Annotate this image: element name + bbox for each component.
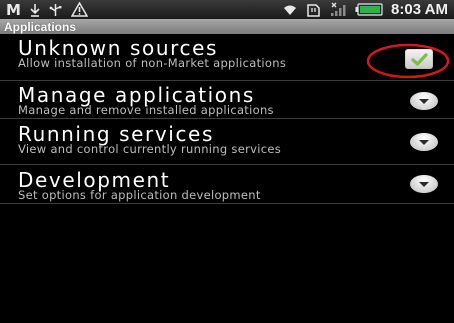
running-services-expand-button[interactable] xyxy=(410,133,438,151)
setting-subtitle: Manage and remove installed applications xyxy=(18,103,274,117)
battery-icon xyxy=(355,2,383,18)
system-status-icons: 8:03 AM xyxy=(282,1,448,18)
setting-development[interactable]: Development Set options for application … xyxy=(0,165,454,204)
gmail-icon: M xyxy=(6,0,21,19)
signal-icon xyxy=(329,2,347,18)
chevron-down-icon xyxy=(419,182,429,187)
setting-subtitle: Allow installation of non-Market applica… xyxy=(18,56,287,70)
status-clock: 8:03 AM xyxy=(391,1,448,18)
status-bar: M 8:03 AM xyxy=(0,0,454,19)
warning-icon xyxy=(70,2,88,18)
manage-applications-expand-button[interactable] xyxy=(410,92,438,110)
wifi-icon xyxy=(282,2,298,18)
development-expand-button[interactable] xyxy=(410,175,438,193)
highlight-circle-annotation xyxy=(366,43,450,79)
sd-card-icon xyxy=(306,2,321,18)
setting-running-services[interactable]: Running services View and control curren… xyxy=(0,119,454,165)
page-title: Applications xyxy=(4,19,77,34)
setting-manage-applications[interactable]: Manage applications Manage and remove in… xyxy=(0,81,454,119)
chevron-down-icon xyxy=(419,99,429,104)
phone-screen: M 8:03 AM Applications Unknown sources A… xyxy=(0,0,454,323)
title-bar: Applications xyxy=(0,19,454,34)
download-icon xyxy=(30,2,40,18)
notification-icons: M xyxy=(6,0,88,19)
setting-subtitle: Set options for application development xyxy=(18,188,261,202)
chevron-down-icon xyxy=(419,140,429,145)
usb-icon xyxy=(49,2,62,18)
setting-subtitle: View and control currently running servi… xyxy=(18,142,282,156)
